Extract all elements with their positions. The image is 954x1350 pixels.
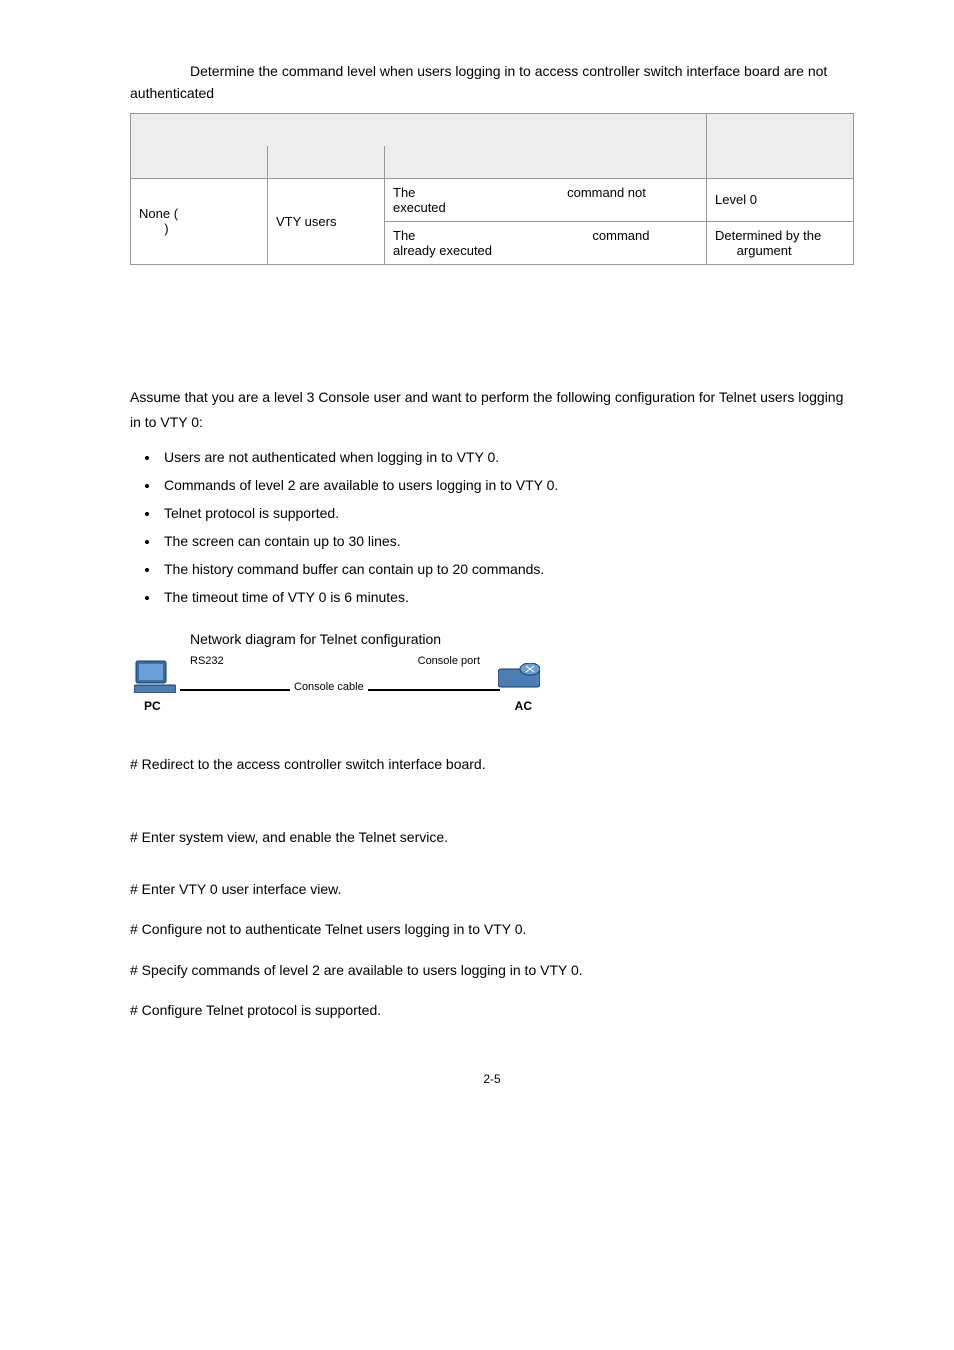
console-cable-label: Console cable [290,681,368,693]
table-header-level [707,113,854,178]
step-text: # Redirect to the access controller swit… [130,753,854,775]
list-item: Telnet protocol is supported. [160,499,854,527]
scenario-intro: Assume that you are a level 3 Console us… [130,385,854,435]
ac-icon [498,663,540,689]
cell-auth: None ( ) [131,178,268,264]
rs232-label: RS232 [190,655,224,667]
list-item: The history command buffer can contain u… [160,555,854,583]
table-row: None ( ) VTY users The command not execu… [131,178,854,221]
page-number: 2-5 [130,1072,854,1086]
step-text: # Enter VTY 0 user interface view. [130,878,854,900]
page-container: Determine the command level when users l… [0,0,954,1126]
command-level-table: None ( ) VTY users The command not execu… [130,113,854,265]
figure-caption: Network diagram for Telnet configuration [130,631,854,647]
pc-label: PC [144,699,161,713]
list-item: Users are not authenticated when logging… [160,443,854,471]
step-text: # Enter system view, and enable the Teln… [130,826,854,848]
cell-level0: Level 0 [707,178,854,221]
cell-cmd-exec: The command already executed [385,221,707,264]
table-header-col1 [131,146,268,179]
cell-auth-text2: ) [164,221,168,236]
list-item: The timeout time of VTY 0 is 6 minutes. [160,583,854,611]
level-arg-part2: argument [737,243,792,258]
step-text: # Configure Telnet protocol is supported… [130,999,854,1021]
cell-level-arg: Determined by the argument [707,221,854,264]
network-diagram: RS232 Console cable Console port PC AC [130,653,550,723]
step-text: # Configure not to authenticate Telnet u… [130,918,854,940]
list-item: The screen can contain up to 30 lines. [160,527,854,555]
ac-label: AC [515,699,532,713]
cell-user: VTY users [268,178,385,264]
cell-auth-text1: None ( [139,206,178,221]
bullet-list: Users are not authenticated when logging… [130,443,854,611]
table-header-blank-top [131,113,707,146]
table-header-col3 [385,146,707,179]
cmd-notexec-part1: The [393,185,415,200]
list-item: Commands of level 2 are available to use… [160,471,854,499]
table-header-col2 [268,146,385,179]
console-port-label: Console port [418,655,480,667]
cmd-exec-part1: The [393,228,415,243]
pc-icon [134,659,176,693]
table-caption: Determine the command level when users l… [130,60,854,105]
cell-cmd-notexec: The command not executed [385,178,707,221]
step-text: # Specify commands of level 2 are availa… [130,959,854,981]
level-arg-part1: Determined by the [715,228,821,243]
